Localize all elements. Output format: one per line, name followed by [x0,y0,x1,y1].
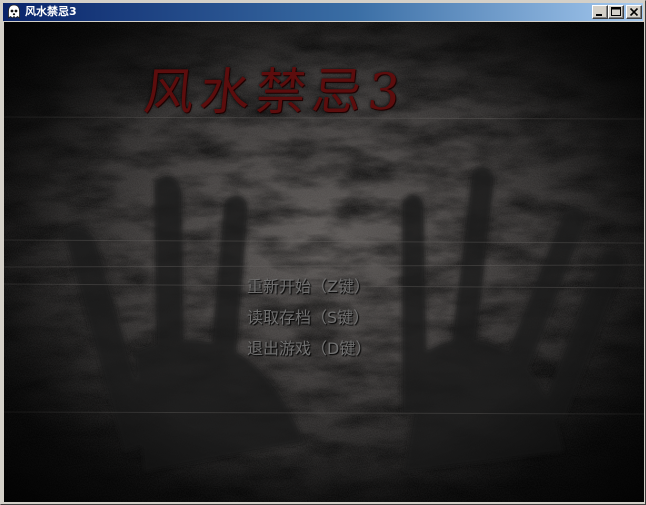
maximize-button[interactable] [608,5,624,19]
close-button[interactable] [626,5,642,19]
minimize-icon [596,14,602,16]
title-bar[interactable]: 风水禁忌3 [3,3,643,21]
menu-item-exit-game[interactable]: 退出游戏（D键） [247,336,447,367]
close-icon [629,7,639,17]
game-screen[interactable]: 风水禁忌3 重新开始（Z键） 读取存档（S键） 退出游戏（D键） [4,22,644,502]
window-title: 风水禁忌3 [25,5,77,18]
menu-item-restart[interactable]: 重新开始（Z键） [247,274,447,305]
main-menu: 重新开始（Z键） 读取存档（S键） 退出游戏（D键） [247,274,447,367]
game-window: 风水禁忌3 风水禁忌3 重新开始（Z键） 读取存档（S键） 退出游戏（D键） [0,0,646,505]
maximize-icon [611,7,621,16]
ghost-app-icon[interactable] [6,4,22,20]
minimize-button[interactable] [592,5,608,19]
game-title-logo: 风水禁忌3 [140,63,409,121]
menu-item-load-save[interactable]: 读取存档（S键） [247,305,447,336]
